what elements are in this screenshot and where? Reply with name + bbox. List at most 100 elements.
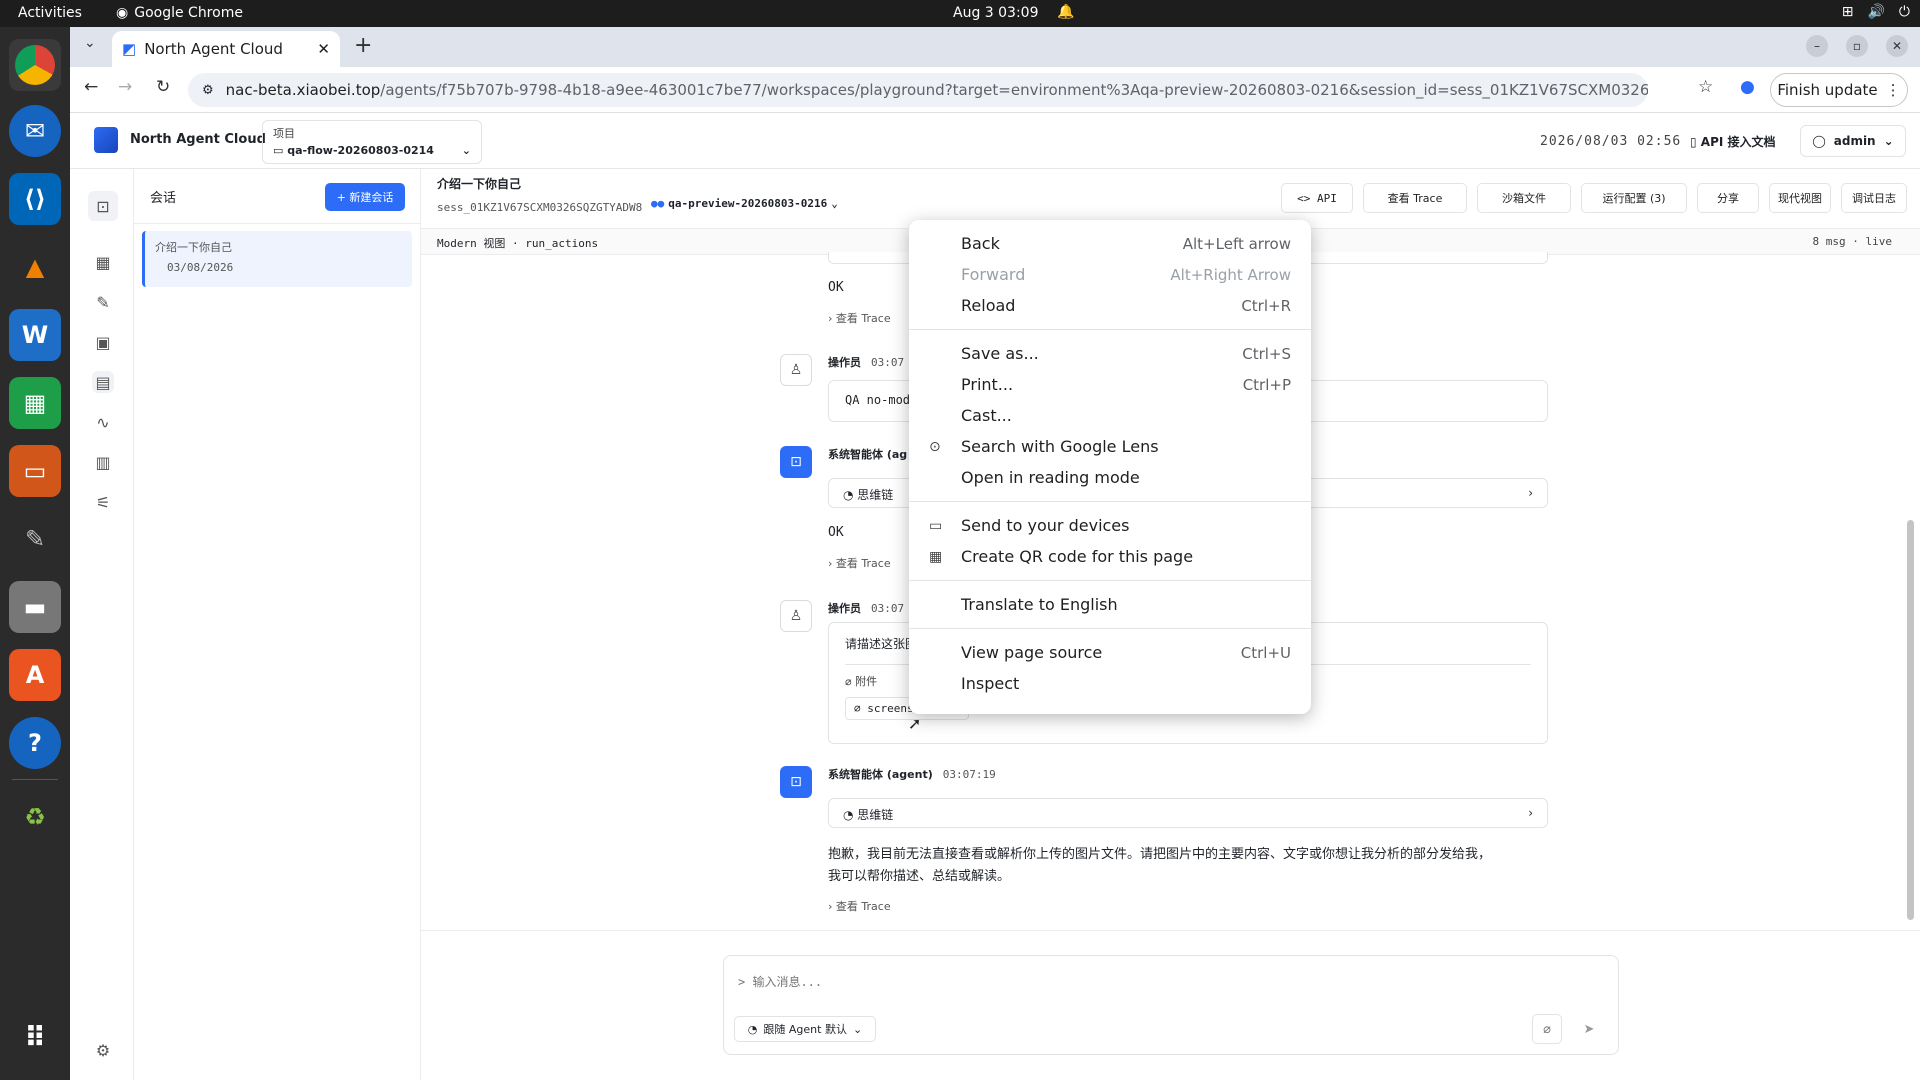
chevron-down-icon: ⌄ <box>852 1022 863 1036</box>
menu-label: Print... <box>961 375 1014 394</box>
menu-shortcut: Ctrl+R <box>1241 296 1291 315</box>
view-trace-link[interactable]: › 查看 Trace <box>828 898 891 914</box>
thought-chain-toggle[interactable]: ◔ 思维链 › <box>828 798 1548 828</box>
session-id: sess_01KZ1V67SCXM0326SQZGTYADW8 <box>437 201 643 214</box>
agent-selector[interactable]: ◔ 跟随 Agent 默认 ⌄ <box>734 1016 876 1042</box>
sliders-icon[interactable]: ⚟ <box>92 491 114 513</box>
new-session-button[interactable]: + 新建会话 <box>325 183 405 211</box>
agent-robot-icon[interactable]: ⊡ <box>88 191 118 221</box>
maximize-icon[interactable]: ▫ <box>1846 35 1868 57</box>
system-top-bar: Activities ◉ Google Chrome Aug 3 03:09 🔔 … <box>0 0 1920 27</box>
view-trace-link[interactable]: › 查看 Trace <box>828 555 891 571</box>
bookmark-star-icon[interactable]: ☆ <box>1698 77 1713 97</box>
calc-dock-icon[interactable]: ▦ <box>9 377 61 429</box>
active-app-menu[interactable]: ◉ Google Chrome <box>116 5 243 21</box>
sandbox-files-button[interactable]: 沙箱文件 <box>1477 183 1571 213</box>
dashboard-icon[interactable]: ▦ <box>92 251 114 273</box>
menu-item-reload[interactable]: Reload Ctrl+R <box>909 290 1311 321</box>
conversation-scrollbar[interactable] <box>1907 520 1914 920</box>
site-info-icon[interactable]: ⚙ <box>202 83 214 98</box>
vscode-dock-icon[interactable]: ⟨⟩ <box>9 173 61 225</box>
vlc-dock-icon[interactable]: ▲ <box>9 241 61 293</box>
reload-icon[interactable]: ↻ <box>156 77 170 97</box>
menu-item-cast[interactable]: Cast... <box>909 400 1311 431</box>
menu-item-reading-mode[interactable]: Open in reading mode <box>909 462 1311 493</box>
user-menu[interactable]: ◯ admin ⌄ <box>1800 125 1906 157</box>
menu-item-google-lens[interactable]: ⊙ Search with Google Lens <box>909 431 1311 462</box>
menu-item-forward[interactable]: Forward Alt+Right Arrow <box>909 259 1311 290</box>
menu-item-translate[interactable]: Translate to English <box>909 589 1311 620</box>
view-trace-button[interactable]: 查看 Trace <box>1363 183 1467 213</box>
message-input[interactable]: > 输入消息... <box>738 973 822 990</box>
new-tab-icon[interactable]: + <box>354 33 372 58</box>
minimize-icon[interactable]: – <box>1806 35 1828 57</box>
finish-update-label: Finish update <box>1777 81 1878 99</box>
menu-item-view-source[interactable]: View page source Ctrl+U <box>909 637 1311 668</box>
send-button[interactable]: ➤ <box>1574 1014 1604 1044</box>
menu-item-qr-code[interactable]: ▦ Create QR code for this page <box>909 541 1311 572</box>
activities-button[interactable]: Activities <box>18 5 82 21</box>
trash-dock-icon[interactable]: ♻ <box>9 791 61 843</box>
profile-icon[interactable]: ● <box>1740 77 1755 97</box>
message-time: 03:07 <box>871 602 905 615</box>
menu-separator <box>909 580 1311 581</box>
tab-search-icon[interactable]: ⌄ <box>84 35 96 51</box>
back-arrow-icon[interactable]: ← <box>84 77 98 97</box>
menu-item-send-to-devices[interactable]: ▭ Send to your devices <box>909 510 1311 541</box>
trace-label: 查看 Trace <box>835 900 891 913</box>
kebab-menu-icon: ⋮ <box>1885 81 1901 99</box>
menu-item-inspect[interactable]: Inspect <box>909 668 1311 699</box>
menu-shortcut: Ctrl+P <box>1242 375 1291 394</box>
environment-selector[interactable]: ●● qa-preview-20260803-0216 ⌄ <box>651 197 838 210</box>
system-tray[interactable]: ⊞ 🔊 ⏻ <box>1842 4 1910 20</box>
omnibox[interactable]: ⚙ nac-beta.xiaobei.top/agents/f75b707b-9… <box>188 73 1648 107</box>
files-dock-icon[interactable]: ▬ <box>9 581 61 633</box>
project-selector[interactable]: 项目 ▭ qa-flow-20260803-0214 ⌄ <box>262 120 482 164</box>
menu-shortcut: Alt+Left arrow <box>1182 234 1291 253</box>
help-dock-icon[interactable]: ? <box>9 717 61 769</box>
modern-view-button[interactable]: 现代视图 <box>1769 183 1831 213</box>
activity-icon[interactable]: ∿ <box>92 411 114 433</box>
chrome-toolbar: ← → ↻ ⚙ nac-beta.xiaobei.top/agents/f75b… <box>70 67 1920 113</box>
impress-dock-icon[interactable]: ▭ <box>9 445 61 497</box>
api-button[interactable]: <> API <box>1281 183 1353 213</box>
terminal-icon[interactable]: ▣ <box>92 331 114 353</box>
share-button[interactable]: 分享 <box>1697 183 1759 213</box>
chart-icon[interactable]: ▥ <box>92 451 114 473</box>
project-label: 项目 <box>273 127 295 140</box>
debug-log-button[interactable]: 调试日志 <box>1841 183 1907 213</box>
menu-item-print[interactable]: Print... Ctrl+P <box>909 369 1311 400</box>
message-composer: > 输入消息... ◔ 跟随 Agent 默认 ⌄ ⌀ ➤ <box>723 955 1619 1055</box>
writer-dock-icon[interactable]: W <box>9 309 61 361</box>
chevron-down-icon: ⌄ <box>1883 134 1894 148</box>
run-config-button[interactable]: 运行配置 (3) <box>1581 183 1687 213</box>
edit-icon[interactable]: ✎ <box>92 291 114 313</box>
attach-file-button[interactable]: ⌀ <box>1532 1014 1562 1044</box>
menu-label: Open in reading mode <box>961 468 1140 487</box>
user-avatar-icon: ♙ <box>780 354 812 386</box>
settings-gear-icon[interactable]: ⚙ <box>92 1039 114 1061</box>
show-apps-icon[interactable]: ⠿ <box>9 1011 61 1063</box>
session-name: 介绍一下你自己 <box>155 241 232 254</box>
gimp-dock-icon[interactable]: ✎ <box>9 513 61 565</box>
close-window-icon[interactable]: ✕ <box>1886 35 1908 57</box>
app-center-dock-icon[interactable]: A <box>9 649 61 701</box>
menu-item-back[interactable]: Back Alt+Left arrow <box>909 228 1311 259</box>
chrome-dock-icon[interactable] <box>9 39 61 91</box>
session-list-item[interactable]: 介绍一下你自己 03/08/2026 <box>142 231 412 287</box>
nav-rail: ⊡ ▦ ✎ ▣ ▤ ∿ ▥ ⚟ ⚙ <box>70 169 134 1080</box>
clock[interactable]: Aug 3 03:09 <box>953 5 1039 21</box>
project-value: ▭ qa-flow-20260803-0214 ⌄ <box>273 144 471 157</box>
message-time: 03:07:19 <box>942 768 996 781</box>
user-name: admin <box>1833 134 1876 148</box>
finish-update-button[interactable]: Finish update ⋮ <box>1770 73 1908 107</box>
thunderbird-dock-icon[interactable]: ✉ <box>9 105 61 157</box>
view-trace-link[interactable]: › 查看 Trace <box>828 310 891 326</box>
menu-item-save-as[interactable]: Save as... Ctrl+S <box>909 338 1311 369</box>
tab-close-icon[interactable]: ✕ <box>317 40 330 58</box>
forward-arrow-icon[interactable]: → <box>118 77 132 97</box>
api-doc-link[interactable]: ▯ API 接入文档 <box>1690 133 1776 150</box>
message-author: 系统智能体 (ag <box>828 448 908 461</box>
chat-icon[interactable]: ▤ <box>92 371 114 393</box>
tab-active[interactable]: ◩ North Agent Cloud ✕ <box>112 31 340 67</box>
